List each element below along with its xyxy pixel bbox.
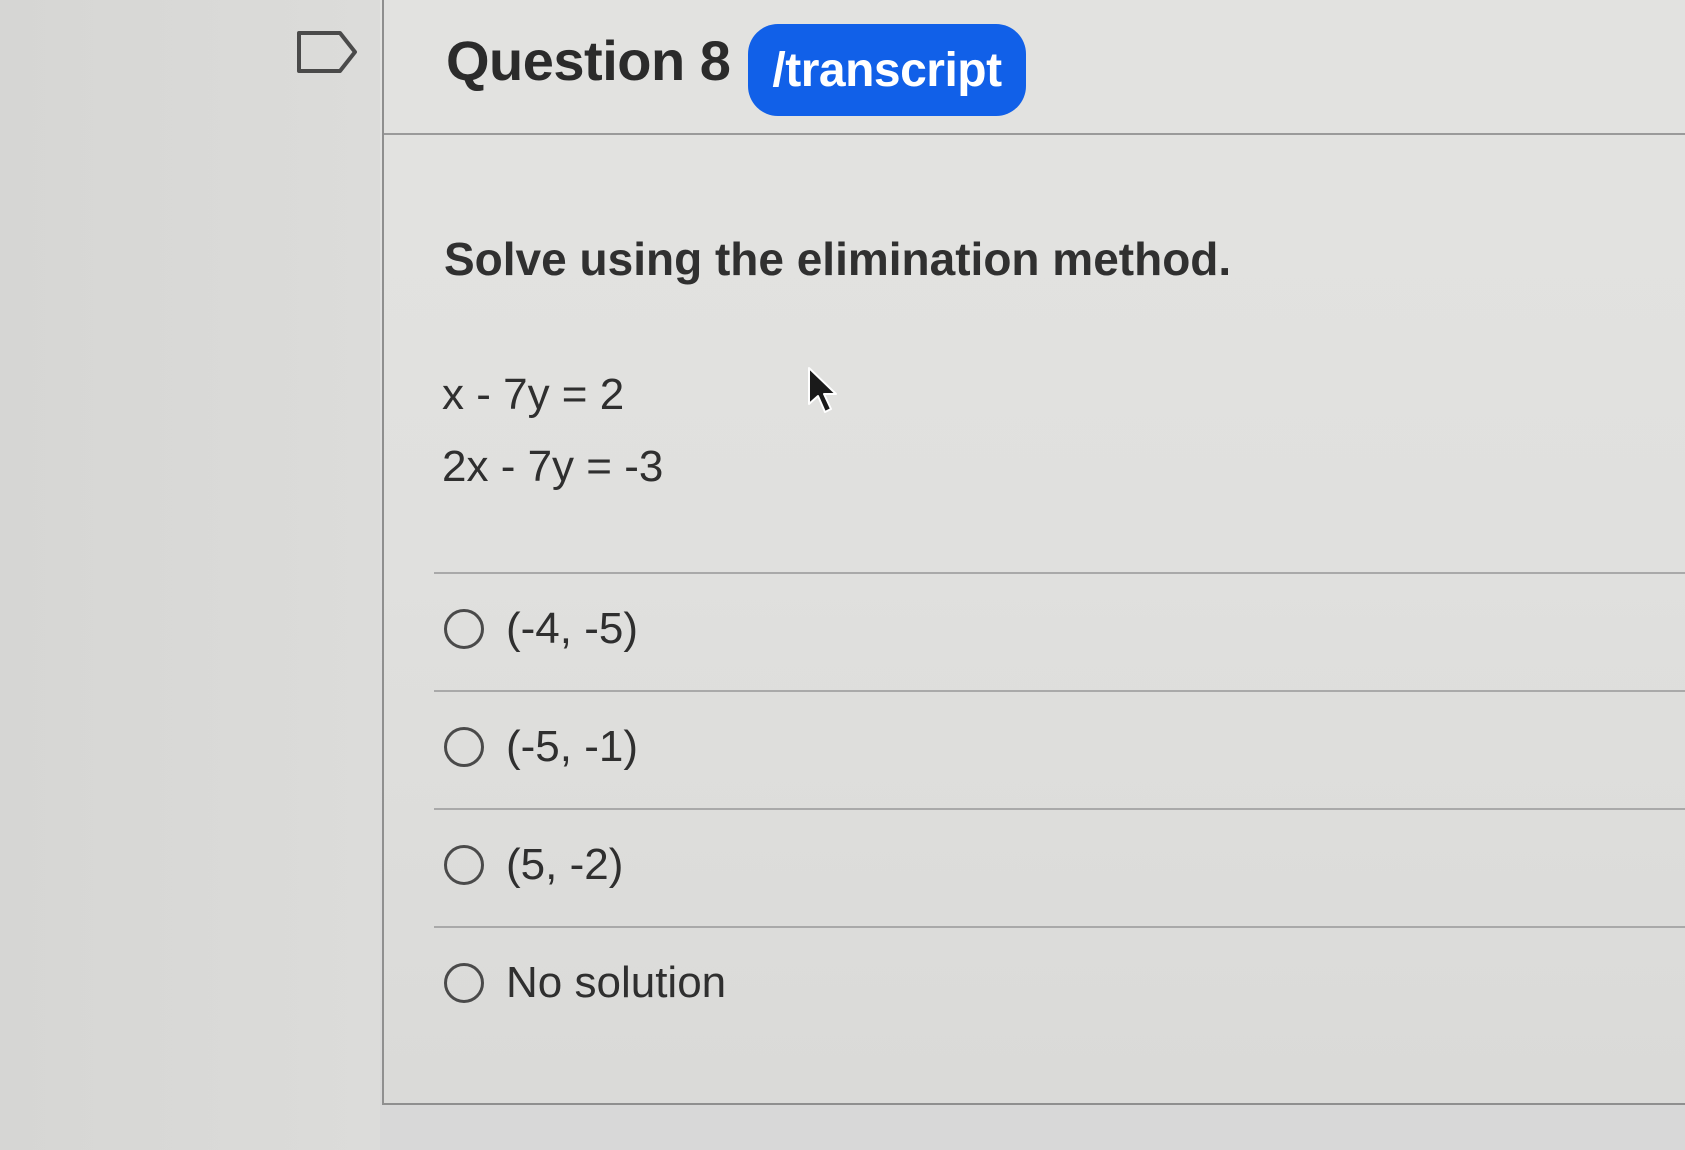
equation-2: 2x - 7y = -3 [442,442,664,491]
answer-option-4[interactable]: No solution [444,948,1644,1018]
answer-divider [434,926,1685,928]
question-card: Question 8 /transcript Solve using the e… [382,0,1685,1105]
radio-button[interactable] [444,963,484,1003]
quiz-page: Question 8 /transcript Solve using the e… [0,0,1685,1150]
answer-option-3[interactable]: (5, -2) [444,830,1644,900]
answer-divider [434,690,1685,692]
flag-question-icon[interactable] [296,30,358,74]
answers-divider-top [434,572,1685,574]
answer-option-2[interactable]: (-5, -1) [444,712,1644,782]
answer-label: (5, -2) [506,840,624,889]
answer-label: (-4, -5) [506,604,638,653]
radio-button[interactable] [444,845,484,885]
answer-divider [434,808,1685,810]
transcript-badge[interactable]: /transcript [748,24,1026,116]
answer-label: (-5, -1) [506,722,638,771]
question-prompt: Solve using the elimination method. [444,233,1232,285]
question-header: Question 8 /transcript [384,0,1685,135]
answer-option-1[interactable]: (-4, -5) [444,594,1644,664]
radio-button[interactable] [444,609,484,649]
equation-1: x - 7y = 2 [442,370,625,419]
left-gutter [0,0,380,1150]
radio-button[interactable] [444,727,484,767]
answer-label: No solution [506,958,727,1007]
question-title: Question 8 [446,29,731,92]
mouse-pointer-icon [808,367,837,413]
